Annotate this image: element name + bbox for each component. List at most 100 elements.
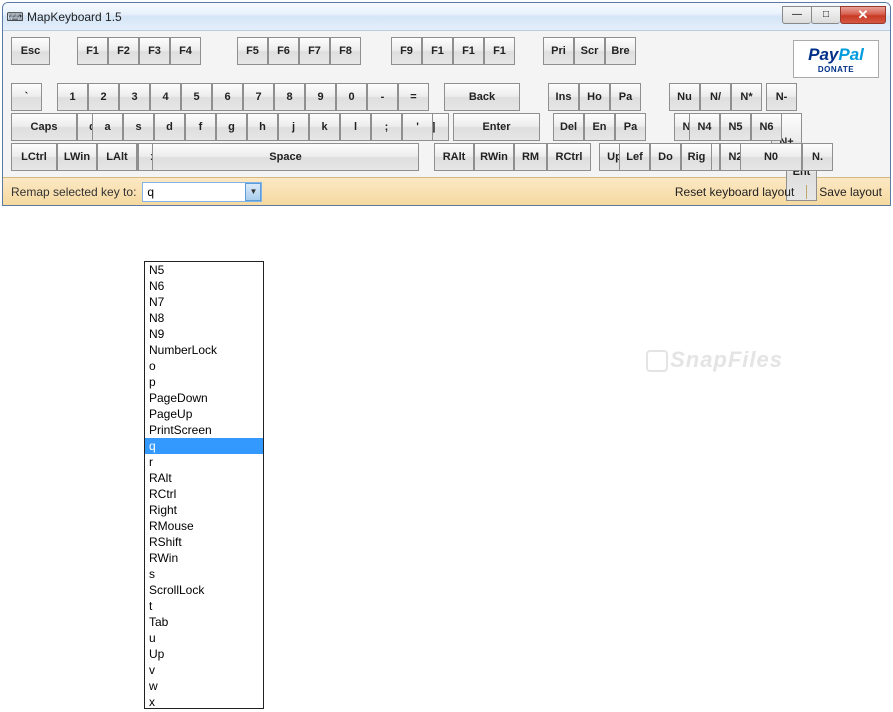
key-equals[interactable]: =: [398, 83, 429, 111]
key-ralt[interactable]: RAlt: [434, 143, 474, 171]
key-lwin[interactable]: LWin: [57, 143, 97, 171]
key-j[interactable]: j: [278, 113, 309, 141]
key-backspace[interactable]: Back: [444, 83, 520, 111]
key-printscreen[interactable]: Pri: [543, 37, 574, 65]
dropdown-option[interactable]: t: [145, 598, 263, 614]
dropdown-option[interactable]: Right: [145, 502, 263, 518]
key-5[interactable]: 5: [181, 83, 212, 111]
dropdown-option[interactable]: q: [145, 438, 263, 454]
dropdown-option[interactable]: N8: [145, 310, 263, 326]
key-numpad-multiply[interactable]: N*: [731, 83, 762, 111]
dropdown-option[interactable]: x: [145, 694, 263, 709]
dropdown-option[interactable]: r: [145, 454, 263, 470]
key-right[interactable]: Rig: [681, 143, 712, 171]
key-f6[interactable]: F6: [268, 37, 299, 65]
key-f12[interactable]: F1: [484, 37, 515, 65]
dropdown-option[interactable]: v: [145, 662, 263, 678]
key-lalt[interactable]: LAlt: [97, 143, 137, 171]
key-0[interactable]: 0: [336, 83, 367, 111]
key-6[interactable]: 6: [212, 83, 243, 111]
dropdown-option[interactable]: PrintScreen: [145, 422, 263, 438]
dropdown-option[interactable]: N9: [145, 326, 263, 342]
key-f11[interactable]: F1: [453, 37, 484, 65]
dropdown-option[interactable]: NumberLock: [145, 342, 263, 358]
key-down[interactable]: Do: [650, 143, 681, 171]
key-f7[interactable]: F7: [299, 37, 330, 65]
key-numpad-period[interactable]: N.: [802, 143, 833, 171]
key-quote[interactable]: ': [402, 113, 433, 141]
key-numlock[interactable]: Nu: [669, 83, 700, 111]
key-2[interactable]: 2: [88, 83, 119, 111]
dropdown-option[interactable]: ScrollLock: [145, 582, 263, 598]
dropdown-option[interactable]: u: [145, 630, 263, 646]
dropdown-option[interactable]: RAlt: [145, 470, 263, 486]
key-insert[interactable]: Ins: [548, 83, 579, 111]
remap-combo-input[interactable]: [142, 182, 262, 202]
key-scrolllock[interactable]: Scr: [574, 37, 605, 65]
close-button[interactable]: ✕: [840, 6, 886, 24]
key-semicolon[interactable]: ;: [371, 113, 402, 141]
key-g[interactable]: g: [216, 113, 247, 141]
dropdown-option[interactable]: RShift: [145, 534, 263, 550]
dropdown-option[interactable]: N7: [145, 294, 263, 310]
key-f3[interactable]: F3: [139, 37, 170, 65]
key-8[interactable]: 8: [274, 83, 305, 111]
paypal-donate-button[interactable]: PayPal DONATE: [793, 40, 879, 78]
dropdown-option[interactable]: PageDown: [145, 390, 263, 406]
key-l[interactable]: l: [340, 113, 371, 141]
key-numpad-5[interactable]: N5: [720, 113, 751, 141]
key-f9[interactable]: F9: [391, 37, 422, 65]
key-f4[interactable]: F4: [170, 37, 201, 65]
key-a[interactable]: a: [92, 113, 123, 141]
dropdown-option[interactable]: N6: [145, 278, 263, 294]
key-pageup[interactable]: Pa: [610, 83, 641, 111]
key-4[interactable]: 4: [150, 83, 181, 111]
maximize-button[interactable]: □: [811, 6, 840, 24]
dropdown-option[interactable]: p: [145, 374, 263, 390]
key-s[interactable]: s: [123, 113, 154, 141]
dropdown-option[interactable]: N5: [145, 262, 263, 278]
key-backtick[interactable]: `: [11, 83, 42, 111]
key-minus[interactable]: -: [367, 83, 398, 111]
key-caps[interactable]: Caps: [11, 113, 77, 141]
dropdown-option[interactable]: RCtrl: [145, 486, 263, 502]
key-f5[interactable]: F5: [237, 37, 268, 65]
dropdown-option[interactable]: RMouse: [145, 518, 263, 534]
key-7[interactable]: 7: [243, 83, 274, 111]
dropdown-option[interactable]: s: [145, 566, 263, 582]
minimize-button[interactable]: —: [782, 6, 811, 24]
key-f2[interactable]: F2: [108, 37, 139, 65]
key-9[interactable]: 9: [305, 83, 336, 111]
key-enter[interactable]: Enter: [453, 113, 540, 141]
key-h[interactable]: h: [247, 113, 278, 141]
key-left[interactable]: Lef: [619, 143, 650, 171]
key-1[interactable]: 1: [57, 83, 88, 111]
key-d[interactable]: d: [154, 113, 185, 141]
titlebar[interactable]: ⌨ MapKeyboard 1.5 — □ ✕: [3, 3, 890, 31]
key-rwin[interactable]: RWin: [474, 143, 514, 171]
dropdown-option[interactable]: Up: [145, 646, 263, 662]
key-rmenu[interactable]: RM: [514, 143, 547, 171]
key-home[interactable]: Ho: [579, 83, 610, 111]
save-layout-link[interactable]: Save layout: [806, 185, 882, 199]
combo-dropdown-button[interactable]: ▼: [245, 183, 261, 201]
key-rctrl[interactable]: RCtrl: [547, 143, 591, 171]
key-f1[interactable]: F1: [77, 37, 108, 65]
key-numpad-0[interactable]: N0: [740, 143, 802, 171]
dropdown-option[interactable]: w: [145, 678, 263, 694]
key-numpad-divide[interactable]: N/: [700, 83, 731, 111]
remap-dropdown-list[interactable]: N5N6N7N8N9NumberLockopPageDownPageUpPrin…: [144, 261, 264, 709]
key-f[interactable]: f: [185, 113, 216, 141]
dropdown-option[interactable]: RWin: [145, 550, 263, 566]
key-f8[interactable]: F8: [330, 37, 361, 65]
dropdown-option[interactable]: PageUp: [145, 406, 263, 422]
key-3[interactable]: 3: [119, 83, 150, 111]
remap-combo[interactable]: ▼: [142, 182, 262, 202]
key-numpad-minus[interactable]: N-: [766, 83, 797, 111]
key-break[interactable]: Bre: [605, 37, 636, 65]
key-k[interactable]: k: [309, 113, 340, 141]
dropdown-option[interactable]: o: [145, 358, 263, 374]
reset-layout-link[interactable]: Reset keyboard layout: [675, 185, 794, 199]
dropdown-option[interactable]: Tab: [145, 614, 263, 630]
key-f10[interactable]: F1: [422, 37, 453, 65]
